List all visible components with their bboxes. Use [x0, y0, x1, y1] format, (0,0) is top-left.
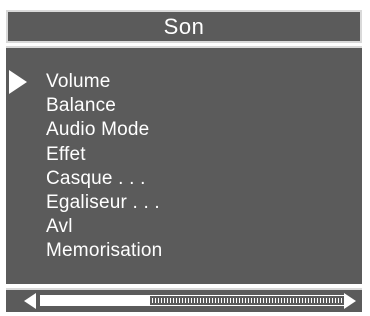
arrow-left-icon[interactable]: [24, 293, 36, 309]
menu-item-effet[interactable]: Effet: [46, 143, 162, 167]
osd-screen: Son Volume Balance Audio Mode Effet Casq…: [0, 0, 370, 316]
menu-title-bar: Son: [6, 10, 362, 43]
menu-item-egaliseur[interactable]: Egaliseur . . .: [46, 191, 162, 215]
slider-fill: [41, 296, 151, 305]
menu-list: Volume Balance Audio Mode Effet Casque .…: [46, 70, 162, 264]
menu-item-volume[interactable]: Volume: [46, 70, 162, 94]
arrow-right-icon[interactable]: [344, 293, 356, 309]
menu-title: Son: [163, 13, 205, 39]
slider-track[interactable]: [40, 295, 346, 306]
menu-item-memorisation[interactable]: Memorisation: [46, 239, 162, 263]
menu-item-avl[interactable]: Avl: [46, 215, 162, 239]
menu-item-audio-mode[interactable]: Audio Mode: [46, 118, 162, 142]
selection-arrow-icon: [9, 70, 27, 94]
menu-panel: Volume Balance Audio Mode Effet Casque .…: [6, 46, 362, 284]
menu-item-casque[interactable]: Casque . . .: [46, 167, 162, 191]
value-slider[interactable]: [6, 288, 362, 312]
menu-item-balance[interactable]: Balance: [46, 94, 162, 118]
